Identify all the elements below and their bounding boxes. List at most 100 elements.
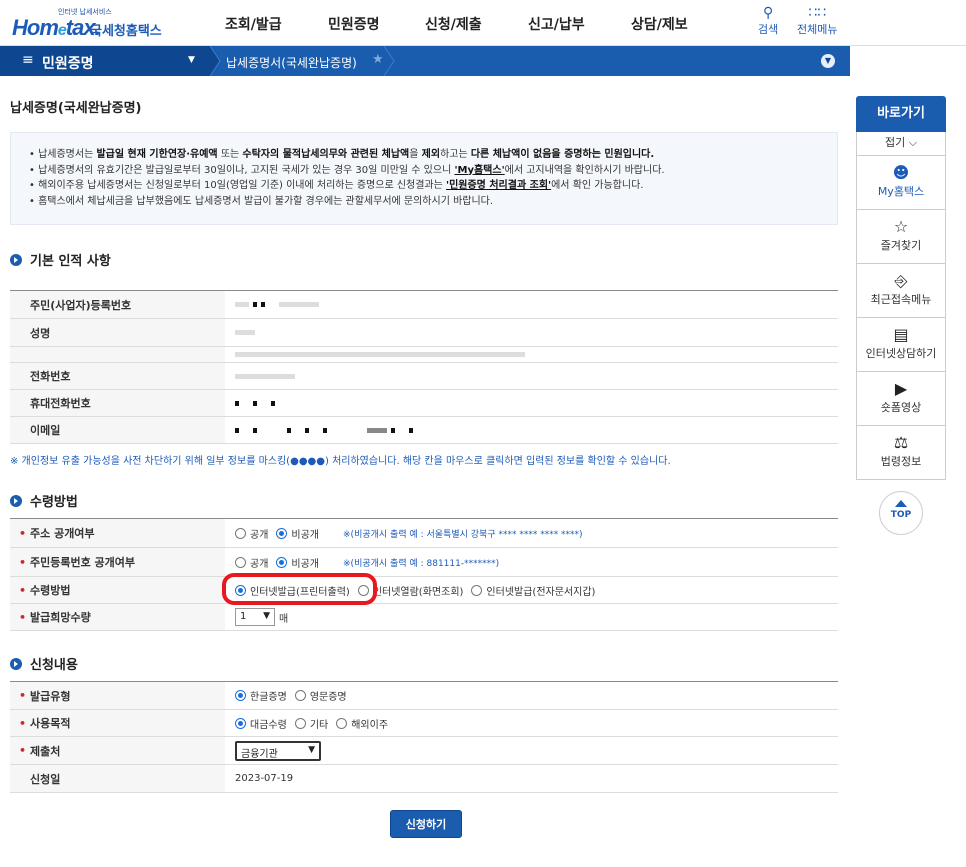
row-label: • 발급유형: [10, 682, 225, 709]
rrn-public-radio[interactable]: 공개: [235, 555, 268, 570]
notice-line: • 납세증명서는 발급일 현재 기한연장·유예액 또는 수탁자의 물적납세의무와…: [29, 149, 655, 160]
rrn-value[interactable]: [225, 291, 838, 318]
search-button[interactable]: ⚲ 검색: [758, 6, 778, 37]
section-receive-method: 수령방법: [10, 491, 78, 510]
row-label: 이메일: [10, 417, 225, 443]
row-label: 성명: [10, 319, 225, 346]
table-row: [10, 347, 838, 363]
row-label: 주민(사업자)등록번호: [10, 291, 225, 318]
logo-korean: 국세청홈택스: [90, 24, 162, 39]
menu-dropdown[interactable]: ≡ 민원증명 ▼: [0, 46, 210, 76]
result-inquiry-link[interactable]: '민원증명 처리결과 조회': [446, 180, 551, 191]
quick-fold-button[interactable]: 접기 ⌵: [856, 132, 946, 156]
row-label: • 주소 공개여부: [10, 519, 225, 547]
purpose-emigration-radio[interactable]: 해외이주: [336, 716, 388, 731]
hometax-logo[interactable]: 인터넷 납세서비스 Hometax. 국세청홈택스: [10, 6, 170, 40]
table-row: • 발급유형 한글증명 영문증명: [10, 682, 838, 710]
chevron-down-icon: ▼: [263, 611, 270, 621]
quick-menu-title: 바로가기: [856, 96, 946, 132]
type-english-radio[interactable]: 영문증명: [294, 688, 347, 703]
nav-consult[interactable]: 상담/제보: [631, 14, 688, 34]
quantity-field: 1 ▼ 매: [225, 604, 838, 630]
purpose-payment-radio[interactable]: 대금수령: [235, 716, 287, 731]
receive-method-field: 인터넷발급(프린터출력) 인터넷열람(화면조회) 인터넷발급(전자문서지갑): [225, 577, 838, 603]
monitor-icon: ▤: [893, 325, 909, 344]
quick-online-consult[interactable]: ▤ 인터넷상담하기: [856, 318, 946, 372]
section-application: 신청내용: [10, 654, 78, 673]
notice-line: • 납세증명서의 유효기간은 발급일로부터 30일이나, 고지된 국세가 있는 …: [29, 164, 665, 176]
table-row: 이메일: [10, 417, 838, 444]
table-row: • 수령방법 인터넷발급(프린터출력) 인터넷열람(화면조회) 인터넷발급(전자문…: [10, 577, 838, 604]
row-label: • 발급희망수량: [10, 604, 225, 630]
star-icon: ☆: [893, 217, 909, 236]
page-title: 납세증명(국세완납증명): [10, 101, 142, 116]
purpose-other-radio[interactable]: 기타: [294, 716, 328, 731]
nav-inquiry[interactable]: 조회/발급: [225, 14, 282, 34]
nav-application[interactable]: 신청/제출: [425, 14, 482, 34]
address-private-radio[interactable]: 비공개: [276, 526, 319, 541]
row-label: 전화번호: [10, 363, 225, 389]
section-basic-info: 기본 인적 사항: [10, 250, 111, 269]
row-label: 휴대전화번호: [10, 390, 225, 416]
chevron-divider-icon: [384, 46, 395, 76]
rrn-private-radio[interactable]: 비공개: [276, 555, 319, 570]
recent-search-icon: ⎆: [894, 271, 908, 290]
my-hometax-link[interactable]: 'My홈택스': [454, 165, 504, 176]
notice-line: • 홈택스에서 체납세금을 납부했음에도 납세증명서 발급이 불가할 경우에는 …: [29, 195, 494, 207]
notice-line: • 해외이주용 납세증명서는 신청일로부터 10일(영업일 기준) 이내에 처리…: [29, 180, 644, 191]
mobile-value[interactable]: [225, 390, 838, 416]
phone-value[interactable]: [225, 363, 838, 389]
quick-menu: 바로가기 접기 ⌵ ☻ My홈택스 ☆ 즐겨찾기 ⎆ 최근접속메뉴 ▤ 인터넷상담하기 …: [856, 96, 946, 480]
address-hint: ※(비공개시 출력 예 : 서울특별시 강북구 **** **** **** *…: [343, 529, 583, 540]
row-label: • 수령방법: [10, 577, 225, 603]
nav-report-payment[interactable]: 신고/납부: [528, 14, 585, 34]
expand-circle-icon[interactable]: ▼: [821, 54, 835, 68]
chevron-down-icon: ▼: [308, 744, 315, 755]
top-header: 인터넷 납세서비스 Hometax. 국세청홈택스 조회/발급 민원증명 신청/…: [0, 0, 966, 46]
basic-info-table: 주민(사업자)등록번호 성명 전화번호 휴대전화번호 이메일: [10, 290, 838, 444]
row-label: • 제출처: [10, 737, 225, 764]
all-menu-button[interactable]: ∷∷ 전체메뉴: [797, 6, 837, 37]
method-internet-print-radio[interactable]: 인터넷발급(프린터출력): [235, 583, 350, 598]
play-icon: ▶: [894, 379, 908, 398]
table-row: • 주민등록번호 공개여부 공개 비공개 ※(비공개시 출력 예 : 881111…: [10, 548, 838, 577]
table-row: 성명: [10, 319, 838, 347]
method-internet-view-radio[interactable]: 인터넷열람(화면조회): [357, 583, 463, 598]
nav-certificate[interactable]: 민원증명: [328, 14, 380, 34]
table-row: • 발급희망수량 1 ▼ 매: [10, 604, 838, 631]
address-public-radio[interactable]: 공개: [235, 526, 268, 541]
quick-law-info[interactable]: ⚖ 법령정보: [856, 426, 946, 480]
submit-to-field: 금융기관 ▼: [225, 737, 838, 764]
quantity-select[interactable]: 1 ▼: [235, 608, 275, 626]
table-row: • 사용목적 대금수령 기타 해외이주: [10, 710, 838, 737]
location-bar: ≡ 민원증명 ▼ 납세증명서(국세완납증명) ★ ▼: [0, 46, 850, 76]
logo-brand: Hometax.: [12, 15, 101, 40]
quick-favorites[interactable]: ☆ 즐겨찾기: [856, 210, 946, 264]
breadcrumb-current[interactable]: 납세증명서(국세완납증명): [226, 54, 357, 71]
quick-short-video[interactable]: ▶ 숏폼영상: [856, 372, 946, 426]
table-row: • 주소 공개여부 공개 비공개 ※(비공개시 출력 예 : 서울특별시 강북구 …: [10, 519, 838, 548]
application-date: 2023-07-19: [235, 773, 294, 784]
search-icon: ⚲: [762, 5, 774, 21]
row-label: • 사용목적: [10, 710, 225, 736]
submit-to-select[interactable]: 금융기관 ▼: [235, 740, 321, 761]
bullet-icon: [10, 658, 22, 670]
scroll-top-button[interactable]: TOP: [879, 491, 923, 535]
row-label: 신청일: [10, 765, 225, 792]
table-row: • 제출처 금융기관 ▼: [10, 737, 838, 765]
address-value[interactable]: [225, 347, 838, 362]
type-korean-radio[interactable]: 한글증명: [235, 688, 287, 703]
row-label: • 주민등록번호 공개여부: [10, 548, 225, 576]
email-value[interactable]: [225, 417, 838, 443]
table-row: 휴대전화번호: [10, 390, 838, 417]
hamburger-icon: ≡: [22, 52, 34, 68]
gavel-icon: ⚖: [893, 433, 909, 452]
apply-submit-button[interactable]: 신청하기: [390, 810, 462, 838]
quick-recent-menu[interactable]: ⎆ 최근접속메뉴: [856, 264, 946, 318]
name-value[interactable]: [225, 319, 838, 346]
favorite-star-icon[interactable]: ★: [372, 52, 384, 67]
application-table: • 발급유형 한글증명 영문증명 • 사용목적 대금수령 기타 해외이주 • 제출처 …: [10, 681, 838, 793]
caret-down-icon: ▼: [188, 55, 195, 65]
quick-my-hometax[interactable]: ☻ My홈택스: [856, 156, 946, 210]
method-e-wallet-radio[interactable]: 인터넷발급(전자문서지갑): [471, 583, 595, 598]
